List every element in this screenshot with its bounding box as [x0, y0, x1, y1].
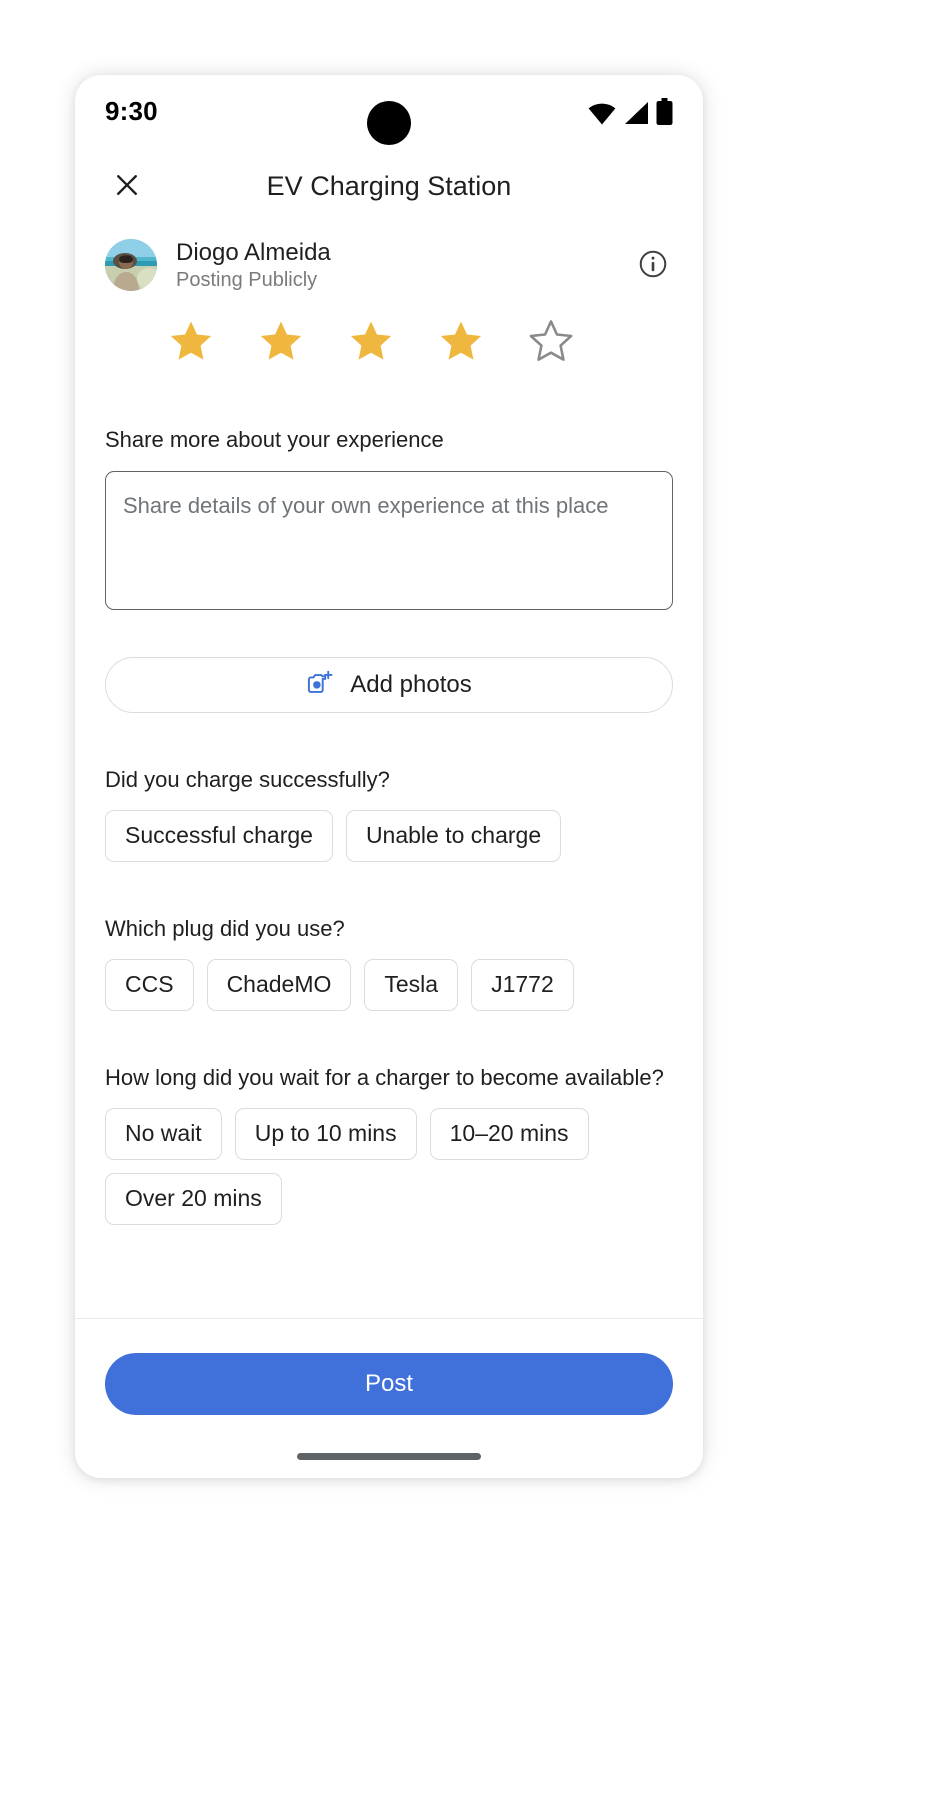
question-charge-success: Did you charge successfully? Successful …	[105, 765, 673, 862]
profile-visibility[interactable]: Posting Publicly	[176, 269, 331, 292]
question-label: Which plug did you use?	[105, 915, 345, 941]
info-button[interactable]	[633, 245, 673, 285]
screen-background: 9:30 EV Charging Station Diogo Almeida P…	[0, 0, 926, 1819]
home-indicator-area	[105, 1415, 673, 1478]
chip-tesla[interactable]: Tesla	[364, 958, 459, 1011]
chip-no-wait[interactable]: No wait	[105, 1107, 222, 1160]
chip-group: CCS ChadeMO Tesla J1772	[105, 958, 673, 1011]
star-1[interactable]	[168, 318, 214, 369]
experience-label: Share more about your experience	[105, 426, 444, 452]
star-4[interactable]	[438, 318, 484, 369]
star-5[interactable]	[528, 318, 574, 369]
camera-punch-hole	[367, 101, 411, 145]
battery-icon	[656, 97, 673, 125]
add-photos-row: Add photos	[105, 656, 673, 713]
add-photo-camera-icon	[306, 669, 335, 701]
status-time: 9:30	[105, 95, 158, 126]
wifi-icon	[588, 103, 616, 125]
cell-signal-icon	[623, 101, 649, 125]
status-bar: 9:30	[75, 75, 703, 147]
chip-over-20-mins[interactable]: Over 20 mins	[105, 1172, 282, 1225]
page-title: EV Charging Station	[266, 170, 512, 201]
add-photos-label: Add photos	[350, 670, 472, 698]
question-label: How long did you wait for a charger to b…	[105, 1064, 664, 1090]
question-plug-type: Which plug did you use? CCS ChadeMO Tesl…	[105, 914, 673, 1011]
chip-chademo[interactable]: ChadeMO	[206, 958, 352, 1011]
footer-bar: Post	[75, 1318, 703, 1478]
phone-frame: 9:30 EV Charging Station Diogo Almeida P…	[75, 75, 703, 1478]
chip-10-20-mins[interactable]: 10–20 mins	[429, 1107, 589, 1160]
profile-name: Diogo Almeida	[176, 239, 331, 266]
question-wait-time: How long did you wait for a charger to b…	[105, 1063, 673, 1225]
info-icon	[637, 248, 669, 283]
close-button[interactable]	[105, 164, 149, 208]
chip-unable-to-charge[interactable]: Unable to charge	[345, 809, 562, 862]
chip-j1772[interactable]: J1772	[471, 958, 574, 1011]
close-icon	[112, 170, 142, 203]
question-label: Did you charge successfully?	[105, 766, 390, 792]
app-bar: EV Charging Station	[75, 147, 703, 225]
chip-up-to-10-mins[interactable]: Up to 10 mins	[234, 1107, 417, 1160]
chip-group: No wait Up to 10 mins 10–20 mins Over 20…	[105, 1107, 673, 1225]
experience-input[interactable]	[105, 470, 673, 610]
star-3[interactable]	[348, 318, 394, 369]
review-form: Diogo Almeida Posting Publicly Share mor…	[75, 225, 703, 1318]
profile-row: Diogo Almeida Posting Publicly	[105, 239, 673, 292]
add-photos-button[interactable]: Add photos	[105, 656, 673, 713]
status-bar-icons	[588, 97, 673, 125]
chip-group: Successful charge Unable to charge	[105, 809, 673, 862]
home-indicator[interactable]	[297, 1453, 481, 1460]
chip-ccs[interactable]: CCS	[105, 958, 194, 1011]
star-rating[interactable]	[105, 318, 673, 369]
star-2[interactable]	[258, 318, 304, 369]
chip-successful-charge[interactable]: Successful charge	[105, 809, 333, 862]
post-button[interactable]: Post	[105, 1353, 673, 1415]
profile-text: Diogo Almeida Posting Publicly	[176, 239, 331, 292]
avatar[interactable]	[105, 239, 157, 292]
